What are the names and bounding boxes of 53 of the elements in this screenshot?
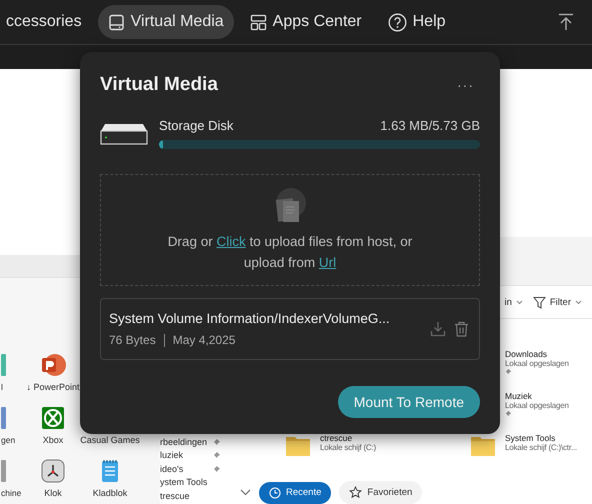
app-label: ↓ PowerPoint: [26, 382, 80, 392]
toolbar-button[interactable]: in: [502, 294, 525, 310]
sidebar-item[interactable]: ideo's: [160, 462, 225, 476]
folder-name[interactable]: System Tools: [505, 433, 577, 443]
trash-icon[interactable]: [454, 321, 469, 337]
sidebar-item[interactable]: ystem Tools: [160, 476, 225, 489]
app-label: chine: [1, 488, 22, 498]
filter-tab[interactable]: Favorieten: [339, 481, 422, 504]
collapse-icon[interactable]: [558, 13, 574, 31]
filter-tab[interactable]: Recente: [259, 482, 332, 504]
app-label: Kladblok: [92, 488, 128, 498]
apps-icon: [250, 14, 267, 30]
nav-tab[interactable]: Help: [378, 4, 456, 40]
chevron-down-icon: [575, 300, 582, 305]
app-label: l: [1, 382, 3, 392]
more-button[interactable]: ···: [451, 77, 480, 93]
app-label: gen: [1, 435, 16, 445]
download-icon[interactable]: [430, 321, 446, 337]
app-label: Casual Games: [80, 435, 140, 445]
toolbar-button[interactable]: Filter: [530, 294, 584, 311]
panel-title: Virtual Media: [100, 74, 218, 96]
click-link[interactable]: Click: [216, 234, 246, 249]
help-icon: [388, 12, 407, 32]
nav-tab[interactable]: Virtual Media: [98, 5, 234, 39]
folder-location: Lokale schijf (C:): [320, 443, 376, 452]
folder-location: Lokale schijf (C:)\ctr...: [505, 443, 577, 452]
chevron-down-icon[interactable]: [240, 489, 251, 496]
folder-name[interactable]: ctrescue: [320, 433, 376, 443]
drive-icon: [108, 14, 125, 30]
folder-location: Lokaal opgeslagen: [505, 359, 569, 368]
hard-drive-icon: [100, 122, 148, 144]
app-label: Klok: [44, 488, 62, 498]
nav-tab[interactable]: Apps Center: [240, 5, 372, 39]
upload-instructions: Drag or Click to upload files from host, or upload from Url: [168, 233, 412, 272]
sidebar-item[interactable]: rbeeldingen: [160, 435, 225, 448]
file-date: May 4,2025: [172, 333, 236, 347]
star-icon: [349, 486, 362, 499]
sidebar-item[interactable]: trescue: [160, 489, 225, 502]
storage-usage: 1.63 MB/5.73 GB: [380, 118, 480, 133]
upload-drop-zone[interactable]: Drag or Click to upload files from host, or upload from Url: [100, 174, 480, 286]
folder-name[interactable]: Downloads: [505, 349, 569, 359]
storage-name: Storage Disk: [159, 118, 234, 133]
chevron-down-icon: [516, 300, 523, 305]
nav-tab[interactable]: ccessories: [0, 5, 92, 39]
app-label: Xbox: [42, 435, 64, 445]
file-name: System Volume Information/IndexerVolumeG...: [109, 311, 391, 326]
url-link[interactable]: Url: [318, 255, 336, 270]
folder-location: Lokaal opgeslagen: [505, 401, 569, 410]
folder-name[interactable]: Muziek: [505, 391, 569, 401]
sidebar-item[interactable]: luziek: [160, 448, 225, 462]
clock-icon: [269, 486, 281, 498]
file-size: 76 Bytes: [109, 333, 156, 347]
filter-icon: [532, 296, 546, 309]
